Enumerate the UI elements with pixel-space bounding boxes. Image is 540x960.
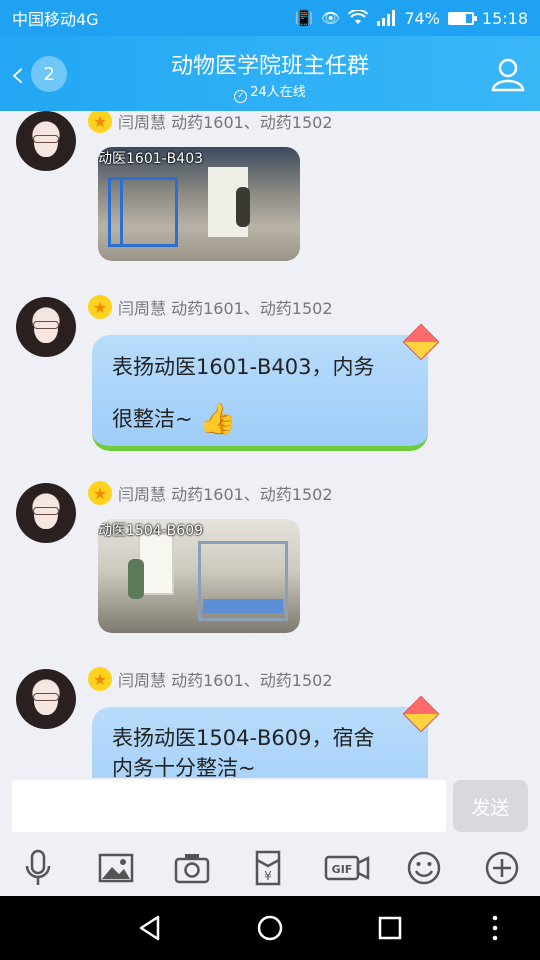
chat-header: ‹ 2 动物医学院班主任群 ✓ 24人在线 <box>0 36 540 111</box>
red-packet-icon[interactable]: ¥ <box>248 848 288 888</box>
message-list[interactable]: ★ 闫周慧 动药1601、动药1502 动医1601-B403 ★ 闫周慧 动药… <box>0 111 540 778</box>
plus-icon[interactable] <box>482 848 522 888</box>
battery-icon <box>447 11 477 25</box>
text-bubble[interactable]: 表扬动医1601-B403，内务 很整洁~ 👍 <box>92 335 428 451</box>
avatar[interactable] <box>16 483 76 543</box>
star-icon: ★ <box>88 667 112 691</box>
input-toolbar: ¥ GIF <box>0 838 540 896</box>
eye-icon: 👁 <box>321 9 341 27</box>
more-vertical-icon[interactable] <box>480 912 510 944</box>
svg-text:GIF: GIF <box>332 863 353 876</box>
system-nav-bar <box>0 896 540 960</box>
battery-fill <box>449 13 467 23</box>
send-button[interactable]: 发送 <box>453 780 528 832</box>
sender-line: ★ 闫周慧 动药1601、动药1502 <box>88 111 333 133</box>
camera-icon[interactable] <box>172 848 212 888</box>
emoji-icon[interactable] <box>404 848 444 888</box>
star-icon: ★ <box>88 295 112 319</box>
thumbs-up-icon: 👍 <box>199 402 237 437</box>
vibrate-icon: 📳 <box>294 9 314 27</box>
sender-line: ★ 闫周慧 动药1601、动药1502 <box>88 295 333 319</box>
message-text-line: 很整洁~ <box>112 407 193 431</box>
svg-text:¥: ¥ <box>264 869 272 883</box>
avatar[interactable] <box>16 111 76 171</box>
recents-square-icon[interactable] <box>374 912 406 944</box>
group-members-icon[interactable] <box>488 54 528 94</box>
status-bar: 中国移动4G 📳 👁 74% 15:18 <box>0 0 540 36</box>
home-circle-icon[interactable] <box>254 912 286 944</box>
image-message[interactable]: 动医1601-B403 <box>98 147 300 261</box>
text-bubble[interactable]: 表扬动医1504-B609，宿舍 内务十分整洁~ <box>92 707 428 778</box>
avatar[interactable] <box>16 669 76 729</box>
status-icons: 📳 👁 74% 15:18 <box>295 9 528 28</box>
image-message[interactable]: 动医1504-B609 <box>98 519 300 633</box>
input-bar: 发送 <box>0 778 540 838</box>
clock: 15:18 <box>481 8 528 28</box>
message-input[interactable] <box>12 780 446 832</box>
image-caption: 动医1504-B609 <box>98 523 204 539</box>
check-circle-icon: ✓ <box>234 90 248 103</box>
battery-percent: 74% <box>404 8 440 28</box>
sender-name: 闫周慧 动药1601、动药1502 <box>118 485 333 504</box>
sender-line: ★ 闫周慧 动药1601、动药1502 <box>88 667 333 691</box>
carrier-label: 中国移动4G <box>12 10 99 29</box>
message-text-line: 表扬动医1504-B609，宿舍 <box>112 726 375 750</box>
avatar[interactable] <box>16 297 76 357</box>
message-text-line: 内务十分整洁~ <box>112 756 256 778</box>
image-icon[interactable] <box>96 848 136 888</box>
sender-line: ★ 闫周慧 动药1601、动药1502 <box>88 481 333 505</box>
signal-icon <box>377 10 396 26</box>
sender-name: 闫周慧 动药1601、动药1502 <box>118 299 333 318</box>
back-triangle-icon[interactable] <box>134 912 166 944</box>
microphone-icon[interactable] <box>18 848 58 888</box>
wifi-icon <box>348 10 369 24</box>
star-icon: ★ <box>88 481 112 505</box>
sender-name: 闫周慧 动药1601、动药1502 <box>118 113 333 132</box>
gif-icon[interactable]: GIF <box>324 848 370 888</box>
star-icon: ★ <box>88 111 112 133</box>
sender-name: 闫周慧 动药1601、动药1502 <box>118 671 333 690</box>
online-count: 24人在线 <box>250 85 306 100</box>
online-status: ✓ 24人在线 <box>0 81 540 103</box>
image-caption: 动医1601-B403 <box>98 151 204 167</box>
message-text-line: 表扬动医1601-B403，内务 <box>112 355 375 379</box>
group-title: 动物医学院班主任群 <box>170 54 369 79</box>
